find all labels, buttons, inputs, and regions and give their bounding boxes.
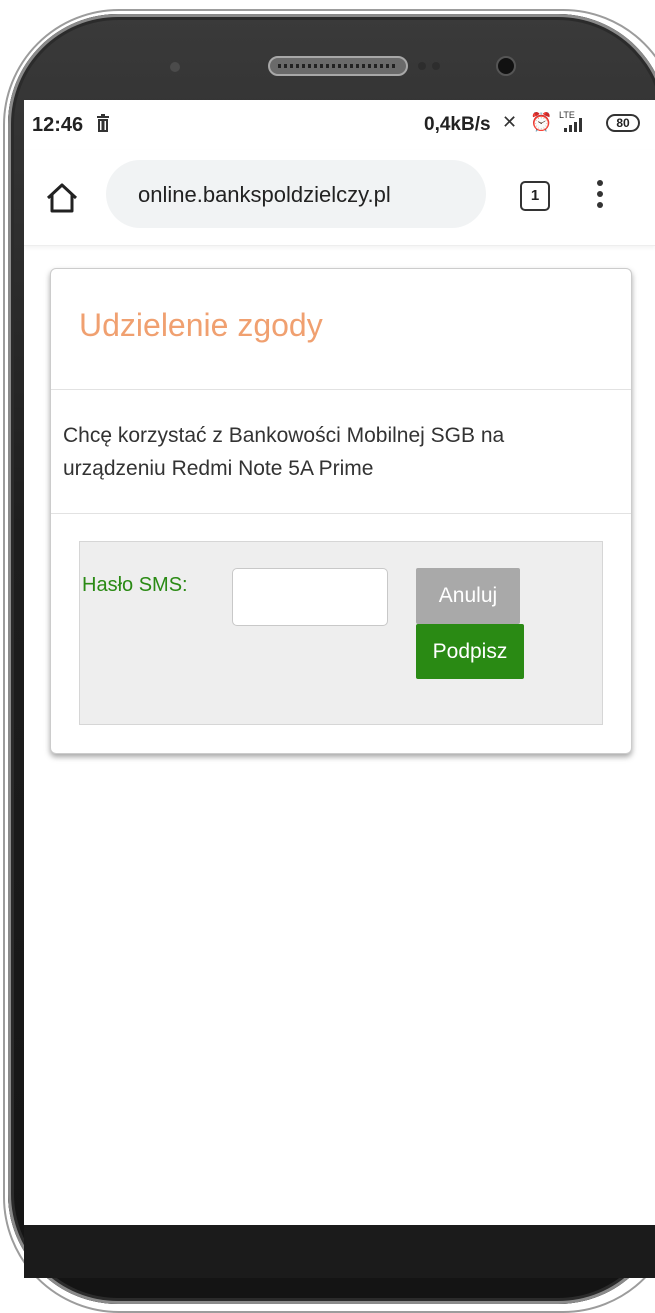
tab-switcher-icon[interactable]: 1 [520,181,550,211]
sensor-icon [432,62,440,70]
battery-icon: 80 [606,114,640,132]
front-camera-icon [496,56,516,76]
status-time: 12:46 [32,114,84,136]
network-speed: 0,4kB/s [424,114,491,135]
camera-icon [170,62,180,72]
speaker-grille [268,56,408,76]
sms-password-input[interactable] [232,568,388,626]
url-text: online.bankspoldzielczy.pl [138,182,391,207]
status-bar: 12:46 0,4kB/s ✕ ⏰ LTE 80 [24,100,655,150]
divider [51,513,631,514]
sms-form: Hasło SMS: Anuluj Podpisz [79,541,603,725]
phone-frame: 12:46 0,4kB/s ✕ ⏰ LTE 80 online.bankspol… [0,0,655,1313]
cancel-button[interactable]: Anuluj [416,568,520,624]
divider [51,389,631,390]
sign-button[interactable]: Podpisz [416,624,524,679]
overflow-menu-icon[interactable] [596,180,604,214]
bottom-bezel [24,1225,655,1278]
sensor-icon [418,62,426,70]
phone-screen: 12:46 0,4kB/s ✕ ⏰ LTE 80 online.bankspol… [24,100,655,1225]
consent-message: Chcę korzystać z Bankowości Mobilnej SGB… [63,424,505,480]
address-bar[interactable]: online.bankspoldzielczy.pl [106,160,486,228]
browser-toolbar: online.bankspoldzielczy.pl 1 [24,150,655,246]
mute-icon: ✕ [502,112,518,132]
home-icon[interactable] [44,180,80,216]
signal-icon [564,118,582,132]
alarm-icon: ⏰ [530,112,553,132]
trash-icon [97,114,109,132]
consent-card: Udzielenie zgody Chcę korzystać z Bankow… [50,268,632,754]
sms-password-label: Hasło SMS: [82,574,188,596]
page-title: Udzielenie zgody [79,307,323,343]
